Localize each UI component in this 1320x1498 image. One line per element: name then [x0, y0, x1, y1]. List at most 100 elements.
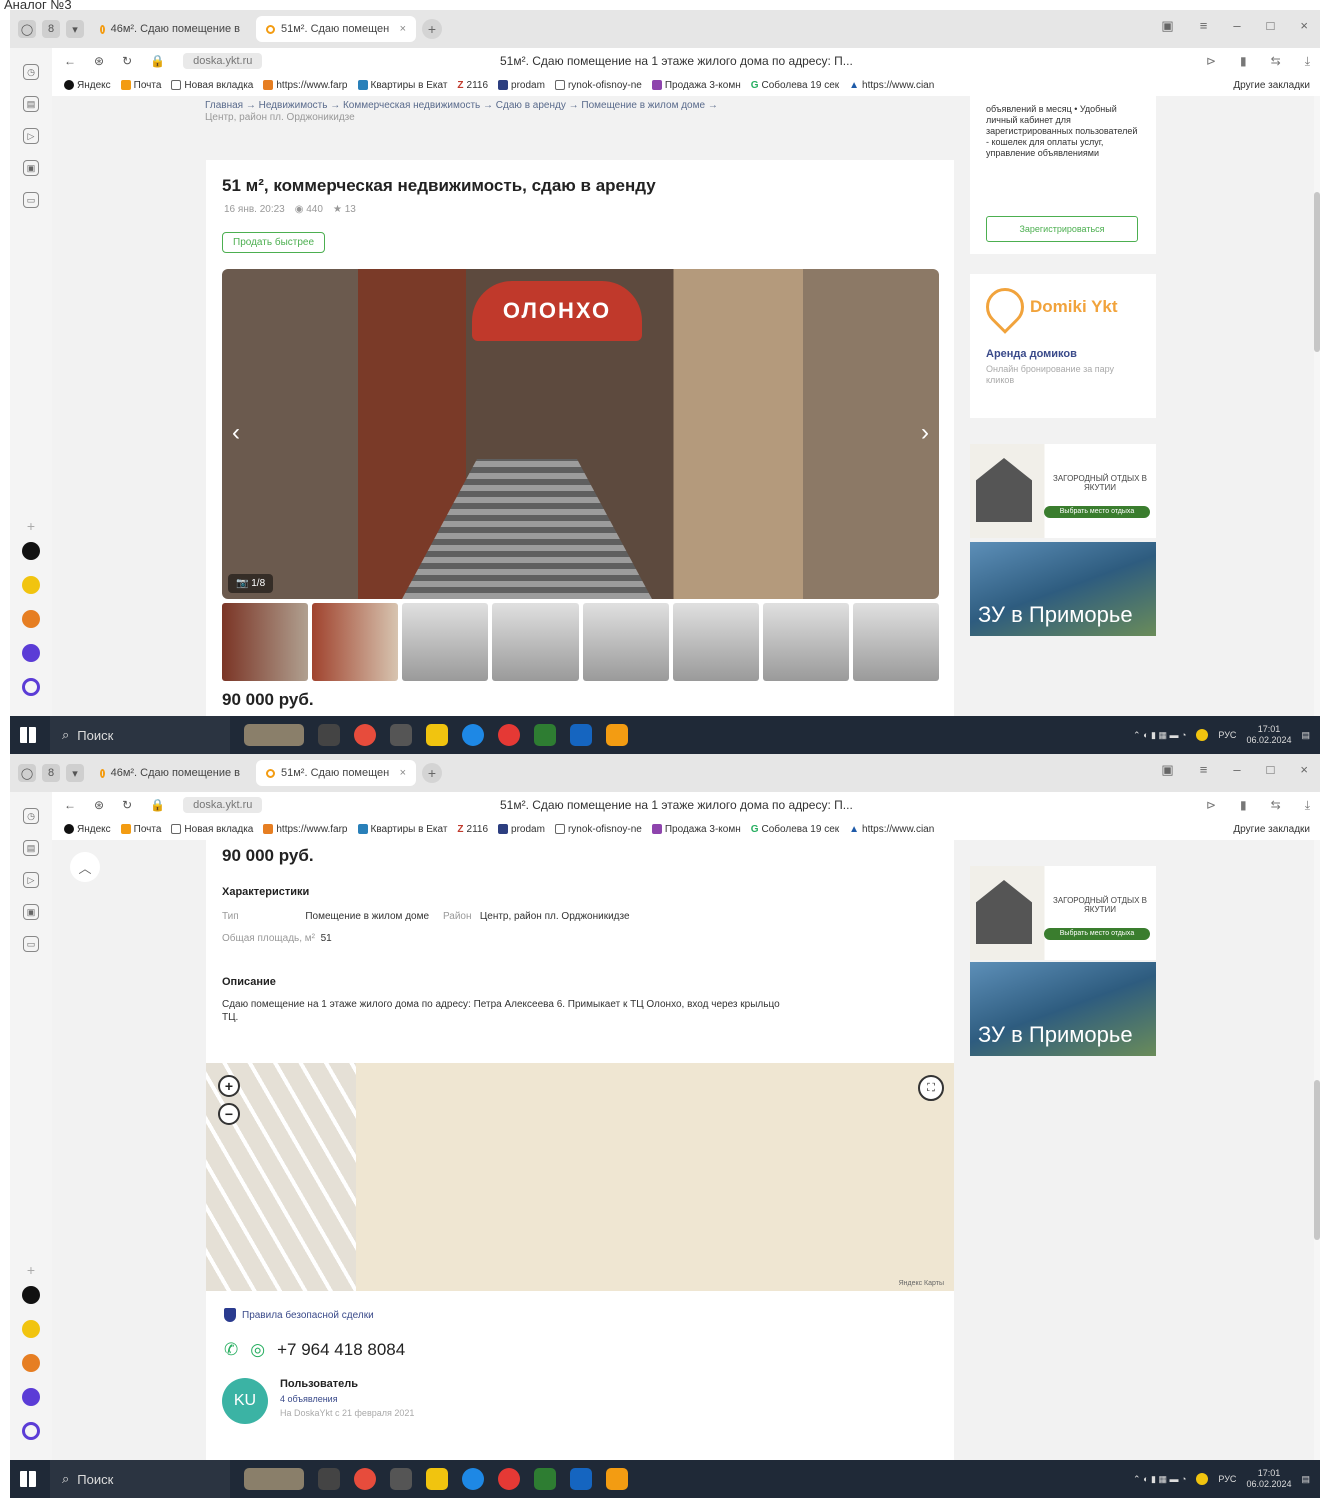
url-domain[interactable]: doska.ykt.ru — [183, 53, 263, 69]
app-icon[interactable] — [390, 724, 412, 746]
play-icon[interactable]: ▷ — [23, 128, 39, 144]
thumbnail[interactable] — [492, 603, 579, 681]
profile-icon[interactable]: ◯ — [18, 764, 36, 782]
reader-icon[interactable]: ⊳ — [1206, 54, 1216, 69]
next-photo-icon[interactable]: › — [921, 419, 929, 447]
thumbnail[interactable] — [312, 603, 399, 681]
app-icon-4[interactable] — [22, 1388, 40, 1406]
clock[interactable]: 17:01 06.02.2024 — [1246, 1468, 1291, 1490]
app-icon-1[interactable] — [22, 542, 40, 560]
tab-2[interactable]: 51м². Сдаю помещен × — [256, 760, 416, 786]
banner-ad-primorye[interactable]: ЗУ в Приморье — [970, 962, 1156, 1056]
windows-start-icon[interactable] — [20, 1471, 36, 1487]
bookmark-rynok[interactable]: rynok-ofisnoy-ne — [554, 80, 642, 91]
thumbnail[interactable] — [672, 603, 759, 681]
protect-icon[interactable]: ⊛ — [94, 798, 104, 812]
app-icon-5[interactable] — [22, 1422, 40, 1440]
banner-ad-primorye[interactable]: ЗУ в Приморье — [970, 542, 1156, 636]
add-app-icon[interactable]: + — [27, 518, 35, 534]
safe-deal-link[interactable]: Правила безопасной сделки — [224, 1308, 374, 1322]
language-indicator[interactable]: РУС — [1218, 1474, 1236, 1484]
tray-icons[interactable]: ⌃ ◐ ▮ ▦ ▬ ◔ — [1133, 730, 1186, 741]
bookmark-yandex[interactable]: Яндекс — [64, 824, 111, 835]
yandex-browser-icon[interactable] — [354, 1468, 376, 1490]
thumbnail[interactable] — [852, 603, 939, 681]
bookmark-mail[interactable]: Почта — [120, 80, 161, 91]
thumbnail[interactable] — [582, 603, 669, 681]
menu-icon[interactable]: ≡ — [1200, 762, 1208, 778]
whatsapp-icon[interactable]: ◎ — [250, 1340, 265, 1360]
cards-icon[interactable]: ▣ — [23, 160, 39, 176]
edge-icon[interactable] — [462, 724, 484, 746]
office-icon[interactable] — [606, 1468, 628, 1490]
bookmark-soboleva[interactable]: G Соболева 19 сек — [751, 824, 839, 835]
explorer-icon[interactable] — [426, 724, 448, 746]
bookmark-kvartiry[interactable]: Квартиры в Екат — [357, 824, 447, 835]
app-icon-2[interactable] — [22, 1320, 40, 1338]
thumbnail[interactable] — [762, 603, 849, 681]
tray-app-icon[interactable] — [1196, 1473, 1209, 1485]
bookmark-2116[interactable]: Z 2116 — [457, 824, 488, 835]
tab-menu-icon[interactable]: ▾ — [66, 20, 84, 38]
bookmark-prodam[interactable]: prodam — [498, 824, 545, 835]
bookmark-icon[interactable]: ▮ — [1240, 798, 1247, 813]
banner-ad-countryside[interactable]: ЗАГОРОДНЫЙ ОТДЫХ В ЯКУТИИ Выбрать место … — [970, 866, 1156, 960]
scroll-to-top-button[interactable]: ︿ — [70, 852, 100, 882]
domiki-ad[interactable]: Domiki Ykt Аренда домиков Онлайн брониро… — [970, 274, 1156, 418]
prev-photo-icon[interactable]: ‹ — [232, 419, 240, 447]
cards-icon[interactable]: ▣ — [23, 904, 39, 920]
taskbar-widget[interactable] — [244, 724, 304, 746]
sell-faster-button[interactable]: Продать быстрее — [222, 232, 326, 253]
app-icon-2[interactable] — [22, 576, 40, 594]
collections-icon[interactable]: ▣ — [1161, 18, 1173, 34]
windows-start-icon[interactable] — [20, 727, 36, 743]
language-indicator[interactable]: РУС — [1218, 730, 1236, 740]
app-icon-4[interactable] — [22, 644, 40, 662]
thumbnail[interactable] — [402, 603, 489, 681]
bookmark-soboleva[interactable]: G Соболева 19 сек — [751, 80, 839, 91]
bookmark-icon[interactable]: ▮ — [1240, 54, 1247, 69]
app-icon[interactable] — [390, 1468, 412, 1490]
protect-icon[interactable]: ⊛ — [94, 54, 104, 68]
url-domain[interactable]: doska.ykt.ru — [183, 797, 263, 813]
close-tab-icon[interactable]: × — [400, 767, 406, 779]
office-icon[interactable] — [606, 724, 628, 746]
photo-gallery[interactable]: ОЛОНХО ‹ › 📷 1/8 — [222, 269, 939, 599]
taskbar-search[interactable]: ⌕ Поиск — [50, 1460, 230, 1498]
taskbar-search[interactable]: ⌕ Поиск — [50, 716, 230, 754]
app-icon-1[interactable] — [22, 1286, 40, 1304]
bookmark-cian[interactable]: ▲ https://www.cian — [849, 824, 934, 835]
bookmark-newtab[interactable]: Новая вкладка — [171, 80, 253, 91]
app-icon-5[interactable] — [22, 678, 40, 696]
fullscreen-icon[interactable]: ⛶ — [918, 1075, 944, 1101]
tab-1[interactable]: 46м². Сдаю помещение в — [90, 16, 250, 42]
banner-ad-countryside[interactable]: ЗАГОРОДНЫЙ ОТДЫХ В ЯКУТИИ Выбрать место … — [970, 444, 1156, 538]
explorer-icon[interactable] — [426, 1468, 448, 1490]
tab-group-icon[interactable]: 8 — [42, 20, 60, 38]
excel-icon[interactable] — [534, 724, 556, 746]
scrollbar[interactable] — [1314, 840, 1320, 1460]
back-icon[interactable]: ← — [64, 54, 76, 68]
clock[interactable]: 17:01 06.02.2024 — [1246, 724, 1291, 746]
tab-menu-icon[interactable]: ▾ — [66, 764, 84, 782]
download-icon[interactable]: ⤓ — [1305, 798, 1310, 813]
page-title[interactable]: 51м². Сдаю помещение на 1 этаже жилого д… — [500, 798, 853, 812]
bookmark-prodazha[interactable]: Продажа 3-комн — [651, 824, 741, 835]
reload-icon[interactable]: ↻ — [122, 798, 132, 812]
bookmark-prodazha[interactable]: Продажа 3-комн — [651, 80, 741, 91]
taskbar-widget[interactable] — [244, 1468, 304, 1490]
location-map[interactable]: + − ⛶ Яндекс Карты — [206, 1063, 954, 1291]
thumbnail[interactable] — [222, 603, 309, 681]
notes-icon[interactable]: ▤ — [23, 840, 39, 856]
bookmark-prodam[interactable]: prodam — [498, 80, 545, 91]
bookmark-newtab[interactable]: Новая вкладка — [171, 824, 253, 835]
word-icon[interactable] — [570, 1468, 592, 1490]
other-bookmarks[interactable]: Другие закладки — [1233, 80, 1310, 91]
bookmark-yandex[interactable]: Яндекс — [64, 80, 111, 91]
history-icon[interactable]: ◷ — [23, 64, 39, 80]
bookmark-rynok[interactable]: rynok-ofisnoy-ne — [554, 824, 642, 835]
download-icon[interactable]: ⤓ — [1305, 54, 1310, 69]
bookmark-mail[interactable]: Почта — [120, 824, 161, 835]
play-icon[interactable]: ▷ — [23, 872, 39, 888]
tray-app-icon[interactable] — [1196, 729, 1209, 741]
